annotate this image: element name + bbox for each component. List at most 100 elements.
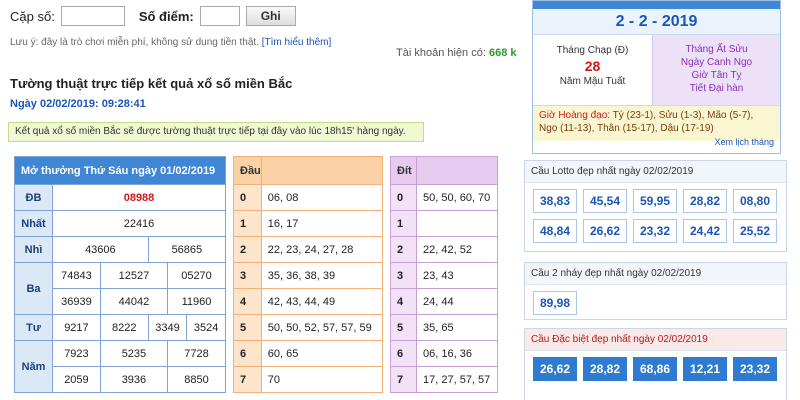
table-row: Ba 74843 12527 05270 bbox=[14, 262, 226, 315]
dau-key: 6 bbox=[233, 340, 262, 367]
second-prize: 43606 bbox=[52, 236, 149, 263]
learn-more-link[interactable]: [Tìm hiểu thêm] bbox=[262, 37, 331, 48]
number-chip[interactable]: 26,62 bbox=[533, 357, 577, 381]
so-diem-label: Số điểm: bbox=[138, 8, 194, 24]
number-chip[interactable]: 48,84 bbox=[533, 219, 577, 243]
prize-label: Nhất bbox=[14, 210, 53, 237]
cap-so-label: Cặp số: bbox=[10, 8, 55, 24]
lunar-month: Tháng Chạp (Đ) bbox=[556, 45, 629, 56]
lunar-day: 28 bbox=[584, 58, 601, 74]
number-chip[interactable]: 38,83 bbox=[533, 189, 577, 213]
dit-header: Đít bbox=[390, 156, 417, 185]
table-row: 7 17, 27, 57, 57 bbox=[390, 366, 498, 393]
dit-value: 50, 50, 60, 70 bbox=[416, 184, 498, 211]
special-prize: 08988 bbox=[52, 184, 226, 211]
dau-key: 3 bbox=[233, 262, 262, 289]
third-prize: 44042 bbox=[99, 288, 169, 315]
number-chip[interactable]: 23,32 bbox=[733, 357, 777, 381]
cap-so-input[interactable] bbox=[60, 6, 125, 26]
fourth-prize: 8222 bbox=[99, 314, 149, 341]
number-chip[interactable]: 25,52 bbox=[733, 219, 777, 243]
dau-key: 1 bbox=[233, 210, 262, 237]
table-row: 7 70 bbox=[233, 366, 384, 393]
dau-value: 50, 50, 52, 57, 57, 59 bbox=[260, 314, 384, 341]
table-row: ĐB 08988 bbox=[14, 184, 226, 211]
so-diem-input[interactable] bbox=[199, 6, 240, 26]
dau-key: 5 bbox=[233, 314, 262, 341]
number-chip[interactable]: 24,42 bbox=[683, 219, 727, 243]
note-text: Lưu ý: đây là trò chơi miễn phí, không s… bbox=[10, 37, 259, 48]
dit-key: 1 bbox=[390, 210, 417, 237]
prize-label: ĐB bbox=[14, 184, 53, 211]
fifth-prize: 3936 bbox=[99, 366, 169, 393]
table-row: Nhì 43606 56865 bbox=[14, 236, 227, 263]
table-row: 2 22, 23, 24, 27, 28 bbox=[233, 236, 384, 263]
dit-value: 23, 43 bbox=[416, 262, 498, 289]
dau-value: 06, 08 bbox=[260, 184, 384, 211]
dau-key: 4 bbox=[233, 288, 262, 315]
number-chip[interactable]: 08,80 bbox=[733, 189, 777, 213]
first-prize: 22416 bbox=[52, 210, 226, 237]
number-chip[interactable]: 89,98 bbox=[533, 291, 577, 315]
note: Lưu ý: đây là trò chơi miễn phí, không s… bbox=[10, 37, 331, 48]
table-row: Tư 9217 8222 3349 3524 bbox=[14, 314, 226, 341]
dit-value: 35, 65 bbox=[416, 314, 498, 341]
fifth-prize: 8850 bbox=[167, 366, 226, 393]
dit-value: 17, 27, 57, 57 bbox=[416, 366, 498, 393]
ghi-button[interactable]: Ghi bbox=[245, 6, 296, 26]
dau-key: 2 bbox=[233, 236, 262, 263]
balance-value: 668 k bbox=[488, 47, 517, 59]
number-chip[interactable]: 23,32 bbox=[633, 219, 677, 243]
table-row: 3 23, 43 bbox=[390, 262, 498, 289]
dit-value: 06, 16, 36 bbox=[416, 340, 498, 367]
results-table: Mở thưởng Thứ Sáu ngày 01/02/2019 ĐB 089… bbox=[14, 156, 227, 393]
number-chip[interactable]: 12,21 bbox=[683, 357, 727, 381]
good-hours-label: Giờ Hoàng đạo: bbox=[539, 110, 611, 121]
table-row: 0 50, 50, 60, 70 bbox=[390, 184, 498, 211]
number-chip[interactable]: 26,62 bbox=[583, 219, 627, 243]
number-chip[interactable]: 68,86 bbox=[633, 357, 677, 381]
calendar-box: 2 - 2 - 2019 Tháng Chạp (Đ) 28 Năm Mậu T… bbox=[532, 0, 781, 154]
results-header: Mở thưởng Thứ Sáu ngày 01/02/2019 bbox=[14, 156, 226, 185]
number-chip[interactable]: 28,82 bbox=[583, 357, 627, 381]
dau-table: Đầu 0 06, 08 1 16, 17 2 22, 23, 24, 27, 28 3 35… bbox=[233, 156, 384, 393]
balance: Tài khoản hiện có: 668 k bbox=[396, 47, 516, 59]
number-chip[interactable]: 59,95 bbox=[633, 189, 677, 213]
fifth-prize: 7923 bbox=[52, 340, 101, 367]
table-row: Năm 7923 5235 7728 bbox=[14, 340, 226, 393]
number-chip[interactable]: 45,54 bbox=[583, 189, 627, 213]
number-chip[interactable]: 28,82 bbox=[683, 189, 727, 213]
prize-label: Năm bbox=[14, 340, 53, 393]
can-chi-line: Giờ Tân Tỵ bbox=[691, 70, 742, 81]
dau-header: Đầu bbox=[233, 156, 262, 185]
dau-value: 35, 36, 38, 39 bbox=[260, 262, 384, 289]
balance-label: Tài khoản hiện có: bbox=[396, 47, 486, 59]
db-title: Cầu Đặc biệt đẹp nhất ngày 02/02/2019 bbox=[525, 329, 786, 351]
month-calendar-link[interactable]: Xem lịch tháng bbox=[714, 137, 774, 147]
bet-form: Cặp số: Số điểm: Ghi bbox=[10, 6, 296, 26]
nhay-panel: Cầu 2 nháy đẹp nhất ngày 02/02/2019 89,9… bbox=[524, 262, 787, 320]
db-panel: Cầu Đặc biệt đẹp nhất ngày 02/02/2019 26… bbox=[524, 328, 787, 400]
lunar-year: Năm Mậu Tuất bbox=[559, 76, 626, 87]
lunar-date: Tháng Chạp (Đ) 28 Năm Mậu Tuất bbox=[533, 35, 653, 105]
nhay-title: Cầu 2 nháy đẹp nhất ngày 02/02/2019 bbox=[525, 263, 786, 285]
prize-label: Tư bbox=[14, 314, 53, 341]
page-title: Tường thuật trực tiếp kết quả xổ số miền… bbox=[10, 76, 293, 91]
prize-label: Nhì bbox=[14, 236, 53, 263]
dau-value: 16, 17 bbox=[260, 210, 384, 237]
table-row: 1 bbox=[390, 210, 498, 237]
dit-key: 3 bbox=[390, 262, 417, 289]
table-row: 6 06, 16, 36 bbox=[390, 340, 498, 367]
dau-value: 22, 23, 24, 27, 28 bbox=[260, 236, 384, 263]
lotto-title: Cầu Lotto đẹp nhất ngày 02/02/2019 bbox=[525, 161, 786, 183]
table-row: 0 06, 08 bbox=[233, 184, 384, 211]
calendar-date: 2 - 2 - 2019 bbox=[533, 9, 780, 35]
dit-key: 7 bbox=[390, 366, 417, 393]
dit-key: 0 bbox=[390, 184, 417, 211]
table-row: Nhất 22416 bbox=[14, 210, 226, 237]
can-chi: Tháng Ất Sửu Ngày Canh Ngọ Giờ Tân Tỵ Ti… bbox=[653, 35, 780, 105]
fifth-prize: 2059 bbox=[52, 366, 101, 393]
third-prize: 11960 bbox=[167, 288, 226, 315]
dit-key: 4 bbox=[390, 288, 417, 315]
info-banner: Kết quả xổ số miền Bắc sẽ được tường thu… bbox=[8, 122, 424, 142]
